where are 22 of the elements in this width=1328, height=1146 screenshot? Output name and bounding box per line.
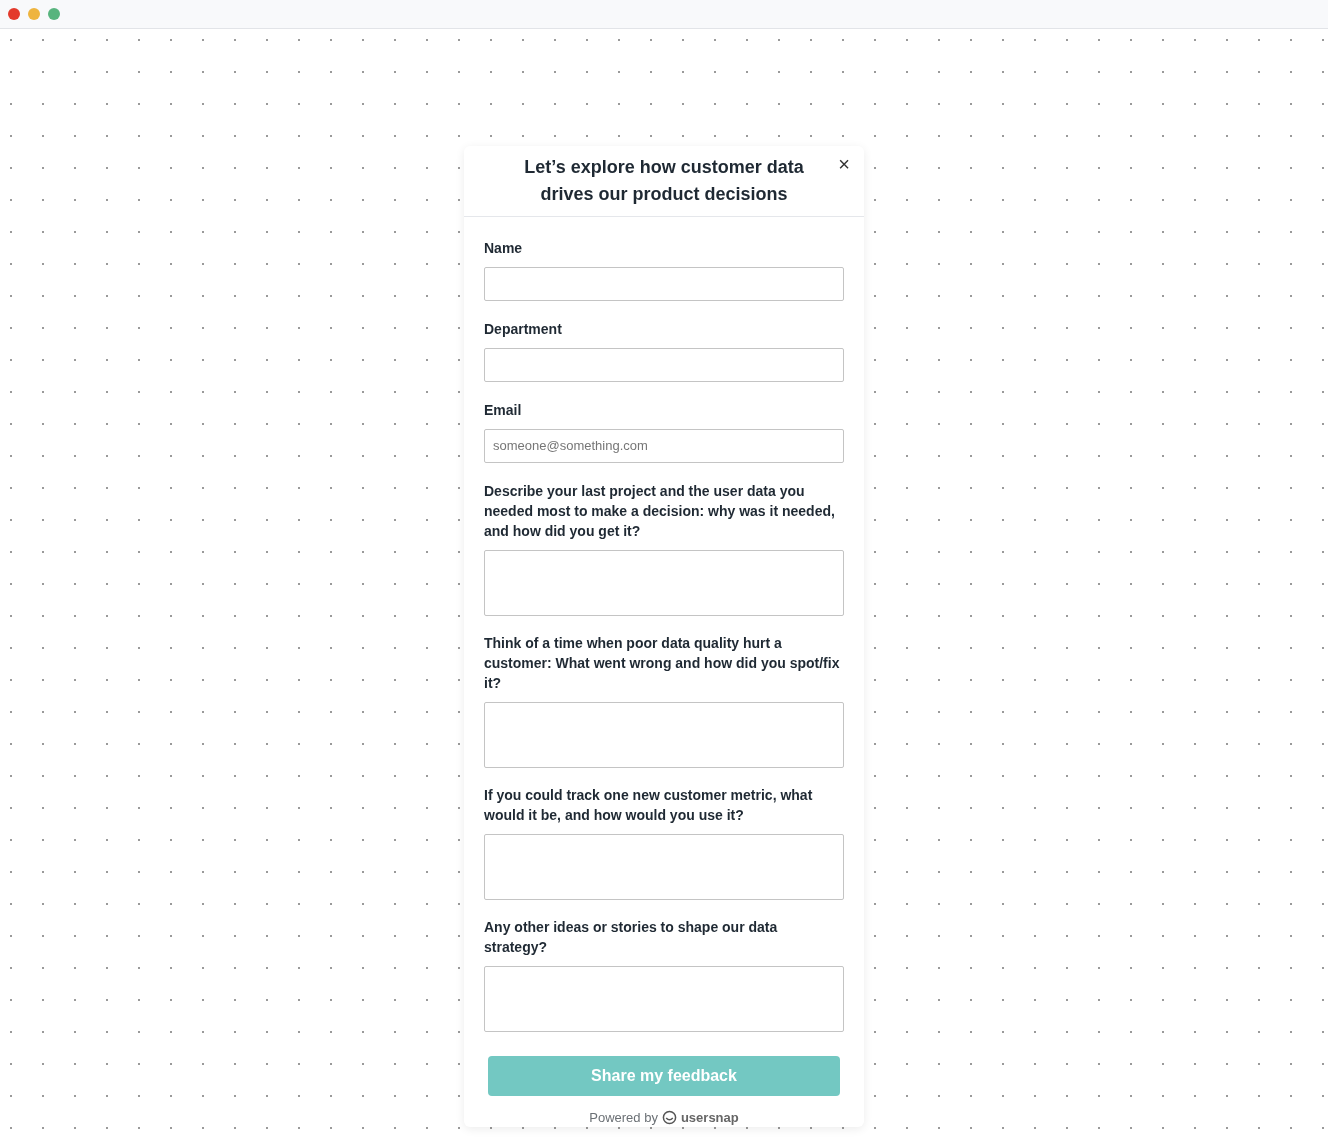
powered-by-text: Powered by xyxy=(589,1108,658,1127)
field-label: Name xyxy=(484,238,524,258)
logo-icon xyxy=(661,1109,677,1125)
text-area[interactable] xyxy=(484,833,844,900)
text-area[interactable] xyxy=(484,965,844,1032)
maximize-window-icon[interactable] xyxy=(48,8,60,20)
text-area[interactable] xyxy=(484,701,844,768)
field-label: Department xyxy=(484,319,563,339)
brand-name[interactable]: usersnap xyxy=(680,1107,739,1127)
close-window-icon[interactable] xyxy=(8,8,20,20)
text-area[interactable] xyxy=(484,549,844,616)
input-field[interactable]: someone@something.com xyxy=(484,428,844,463)
field-label: If you could track one new customer metric, what would it be, and how would you use it? xyxy=(484,785,814,825)
field-label: Any other ideas or stories to shape our data strategy? xyxy=(484,917,779,957)
dialog-title: Let’s explore how customer data drives our product decisions xyxy=(523,155,805,206)
close-button[interactable]: × xyxy=(838,154,850,174)
field-label: Describe your last project and the user data you needed most to make a decision: why was it needed, and how did you get it? xyxy=(484,481,836,541)
minimize-window-icon[interactable] xyxy=(28,8,40,20)
field-label: Think of a time when poor data quality hurt a customer: What went wrong and how did you spot/fix it? xyxy=(484,633,841,693)
input-field[interactable] xyxy=(484,266,844,301)
input-field[interactable] xyxy=(484,347,844,382)
field-label: Email xyxy=(484,400,523,420)
